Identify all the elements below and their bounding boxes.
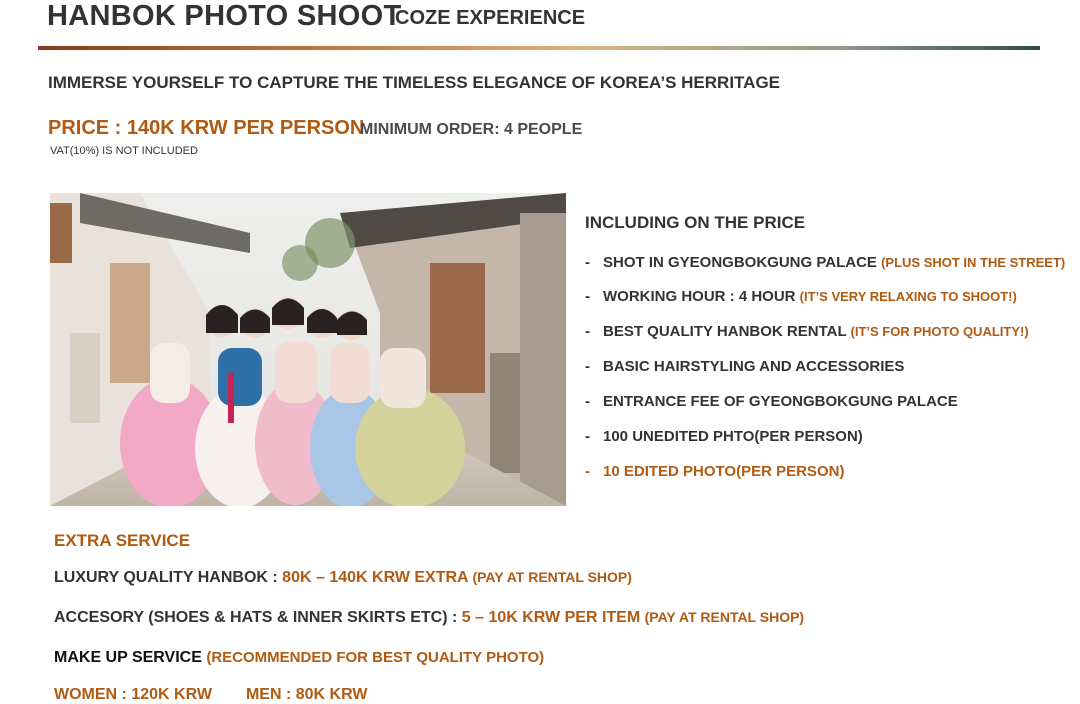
accessory-value: 5 – 10K KRW PER ITEM — [461, 609, 641, 626]
included-item: - BEST QUALITY HANBOK RENTAL (IT’S FOR PH… — [585, 323, 1029, 340]
minimum-order-label: MINIMUM ORDER: 4 PEOPLE — [360, 121, 583, 138]
page-title: HANBOK PHOTO SHOOT — [47, 0, 402, 32]
list-dash: - — [585, 358, 590, 375]
included-item: -100 UNEDITED PHTO(PER PERSON) — [585, 428, 863, 445]
page-subtitle: COZE EXPERIENCE — [395, 7, 586, 29]
accessory-note: (PAY AT RENTAL SHOP) — [644, 609, 805, 625]
accessory-line: ACCESORY (SHOES & HATS & INNER SKIRTS ET… — [54, 609, 804, 627]
included-item: - ENTRANCE FEE OF GYEONGBOKGUNG PALACE — [585, 393, 958, 410]
makeup-prices: WOMEN : 120K KRW MEN : 80K KRW — [54, 686, 367, 704]
including-heading: INCLUDING ON THE PRICE — [585, 213, 806, 232]
vat-note: VAT(10%) IS NOT INCLUDED — [50, 145, 198, 157]
extra-service-heading: EXTRA SERVICE — [54, 531, 191, 550]
list-dash: - — [585, 323, 590, 340]
list-dash: - — [585, 288, 590, 305]
hanbok-group-photo — [50, 193, 566, 506]
luxury-hanbok-line: LUXURY QUALITY HANBOK : 80K – 140K KRW E… — [54, 569, 632, 587]
accessory-label: ACCESORY (SHOES & HATS & INNER SKIRTS ET… — [54, 609, 458, 626]
included-item: - SHOT IN GYEONGBOKGUNG PALACE (PLUS SHOT… — [585, 254, 1065, 271]
included-item-note: (IT’S VERY RELAXING TO SHOOT!) — [799, 289, 1017, 304]
list-dash: - — [585, 393, 590, 410]
included-item-text: ENTRANCE FEE OF GYEONGBOKGUNG PALACE — [603, 393, 958, 410]
included-item-text: WORKING HOUR : 4 HOUR — [603, 288, 796, 305]
included-item-note: (IT’S FOR PHOTO QUALITY!) — [850, 324, 1029, 339]
luxury-value: 80K – 140K KRW EXTRA — [282, 569, 469, 586]
women-price: WOMEN : 120K KRW — [54, 686, 212, 703]
included-item-text: 100 UNEDITED PHTO(PER PERSON) — [603, 428, 863, 445]
men-price: MEN : 80K KRW — [245, 686, 368, 703]
tagline: IMMERSE YOURSELF TO CAPTURE THE TIMELESS… — [48, 73, 781, 92]
included-item-text: 10 EDITED PHOTO(PER PERSON) — [603, 463, 845, 480]
list-dash: - — [585, 254, 590, 271]
included-item: -10 EDITED PHOTO(PER PERSON) — [585, 463, 844, 480]
included-item-text: BEST QUALITY HANBOK RENTAL — [603, 323, 847, 340]
included-item: - BASIC HAIRSTYLING AND ACCESSORIES — [585, 358, 904, 375]
list-dash: - — [585, 463, 590, 480]
included-item-text: SHOT IN GYEONGBOKGUNG PALACE — [603, 254, 877, 271]
makeup-line: MAKE UP SERVICE (RECOMMENDED FOR BEST QU… — [54, 649, 544, 667]
included-item: - WORKING HOUR : 4 HOUR (IT’S VERY RELAXI… — [585, 288, 1017, 305]
makeup-label: MAKE UP SERVICE — [54, 649, 202, 666]
gradient-divider — [38, 46, 1040, 50]
list-dash: - — [585, 428, 590, 445]
makeup-note: (RECOMMENDED FOR BEST QUALITY PHOTO) — [206, 649, 545, 666]
included-item-note: (PLUS SHOT IN THE STREET) — [881, 255, 1066, 270]
luxury-note: (PAY AT RENTAL SHOP) — [472, 569, 632, 585]
luxury-label: LUXURY QUALITY HANBOK : — [54, 569, 278, 586]
price-label: PRICE : 140K KRW PER PERSON — [48, 117, 365, 139]
included-item-text: BASIC HAIRSTYLING AND ACCESSORIES — [603, 358, 905, 375]
